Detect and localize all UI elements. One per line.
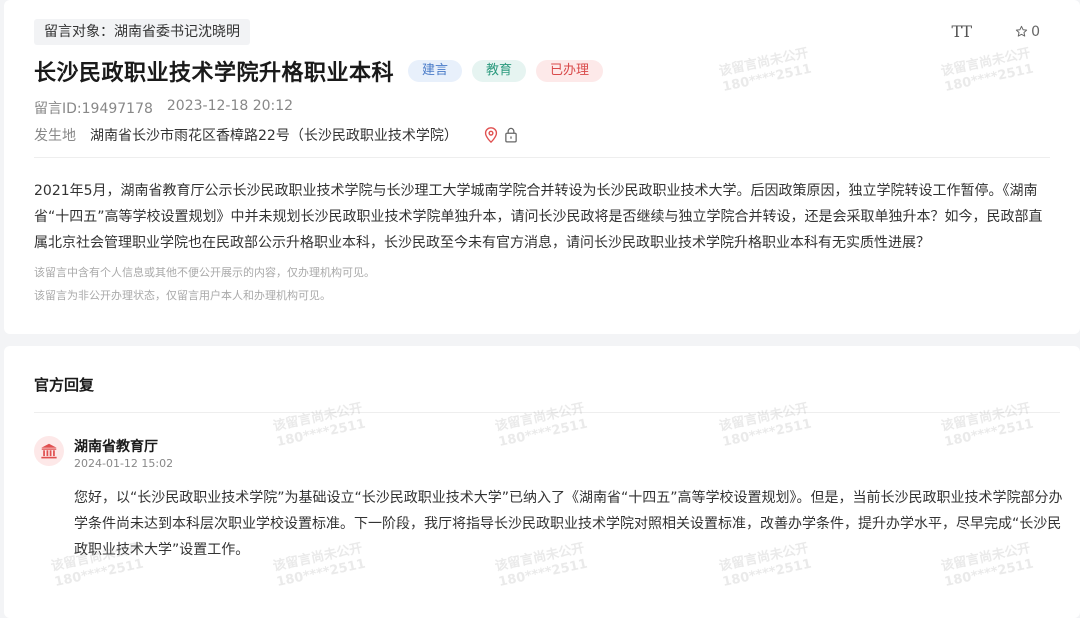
privacy-notice: 该留言中含有个人信息或其他不便公开展示的内容，仅办理机构可见。 <box>34 266 375 279</box>
topic-badge: 教育 <box>472 60 527 82</box>
message-id: 留言ID:19497178 <box>34 101 153 117</box>
message-meta: 留言ID:19497178 2023-12-18 20:12 <box>34 98 293 118</box>
reply-content: 您好，以“长沙民政职业技术学院”为基础设立“长沙民政职业技术大学”已纳入了《湖南… <box>74 490 1063 558</box>
font-size-icon[interactable]: TT <box>951 22 972 41</box>
address-value: 湖南省长沙市雨花区香樟路22号（长沙民政职业技术学院） <box>90 128 458 144</box>
address-label: 发生地 <box>34 128 76 144</box>
government-building-icon <box>41 443 57 459</box>
location-pin-icon[interactable] <box>484 127 498 143</box>
address-row: 发生地 湖南省长沙市雨花区香樟路22号（长沙民政职业技术学院） <box>34 125 518 145</box>
department-avatar <box>34 436 64 466</box>
divider <box>34 157 1050 158</box>
official-reply-card: 官方回复 湖南省教育厅 2024-01-12 15:02 您好，以“长沙民政职业… <box>4 346 1080 618</box>
badge-group: 建言 教育 已办理 <box>408 60 604 82</box>
title-row: 长沙民政职业技术学院升格职业本科 建言 教育 已办理 <box>34 55 604 87</box>
visibility-notice: 该留言为非公开办理状态，仅留言用户本人和办理机构可见。 <box>34 289 331 302</box>
message-target-tag: 留言对象：湖南省委书记沈晓明 <box>34 19 250 45</box>
message-card: 留言对象：湖南省委书记沈晓明 TT 0 长沙民政职业技术学院升格职业本科 建言 … <box>4 0 1080 334</box>
toolbar: TT 0 <box>951 22 1040 41</box>
status-badge: 已办理 <box>536 60 604 82</box>
favorite-button[interactable]: 0 <box>1015 24 1040 40</box>
category-badge: 建言 <box>408 60 463 82</box>
star-icon <box>1015 25 1028 37</box>
divider <box>34 412 1060 413</box>
address-icons <box>484 127 518 143</box>
lock-icon <box>505 127 517 143</box>
reply-date: 2024-01-12 15:02 <box>74 457 174 470</box>
message-content: 2021年5月，湖南省教育厅公示长沙民政职业技术学院与长沙理工大学城南学院合并转… <box>34 183 1043 251</box>
reply-heading: 官方回复 <box>34 376 95 394</box>
page-title: 长沙民政职业技术学院升格职业本科 <box>34 61 395 86</box>
message-datetime: 2023-12-18 20:12 <box>166 98 294 114</box>
department-name: 湖南省教育厅 <box>74 439 158 455</box>
favorite-count: 0 <box>1031 23 1040 40</box>
